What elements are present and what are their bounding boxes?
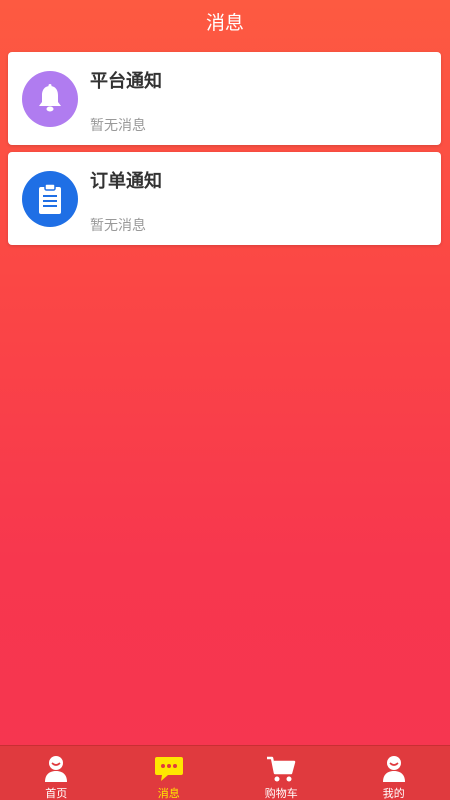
tab-home[interactable]: 首页 (0, 746, 113, 800)
tab-profile[interactable]: 我的 (338, 746, 450, 800)
cart-icon (264, 754, 298, 784)
user-icon (377, 754, 411, 784)
tab-label: 购物车 (264, 787, 298, 800)
tab-cart[interactable]: 购物车 (225, 746, 338, 800)
chat-bubble-icon (152, 754, 186, 784)
clipboard-icon (22, 171, 78, 227)
tab-label: 首页 (45, 787, 68, 800)
tab-messages[interactable]: 消息 (113, 746, 226, 800)
bell-icon (22, 71, 78, 127)
messages-screen: 消息 平台通知 暂无消息 订单通知 暂无消息 首页 消息 购物车 我的 (0, 0, 450, 800)
card-title: 订单通知 (90, 171, 162, 192)
card-subtitle: 暂无消息 (90, 118, 146, 134)
card-subtitle: 暂无消息 (90, 218, 146, 234)
home-person-icon (39, 754, 73, 784)
order-notice-card[interactable]: 订单通知 暂无消息 (8, 152, 441, 245)
page-title: 消息 (205, 11, 244, 34)
platform-notice-card[interactable]: 平台通知 暂无消息 (8, 52, 441, 145)
tab-label: 消息 (157, 787, 180, 800)
bottom-tab-bar: 首页 消息 购物车 我的 (0, 745, 450, 800)
tab-label: 我的 (382, 787, 405, 800)
card-title: 平台通知 (90, 71, 162, 92)
